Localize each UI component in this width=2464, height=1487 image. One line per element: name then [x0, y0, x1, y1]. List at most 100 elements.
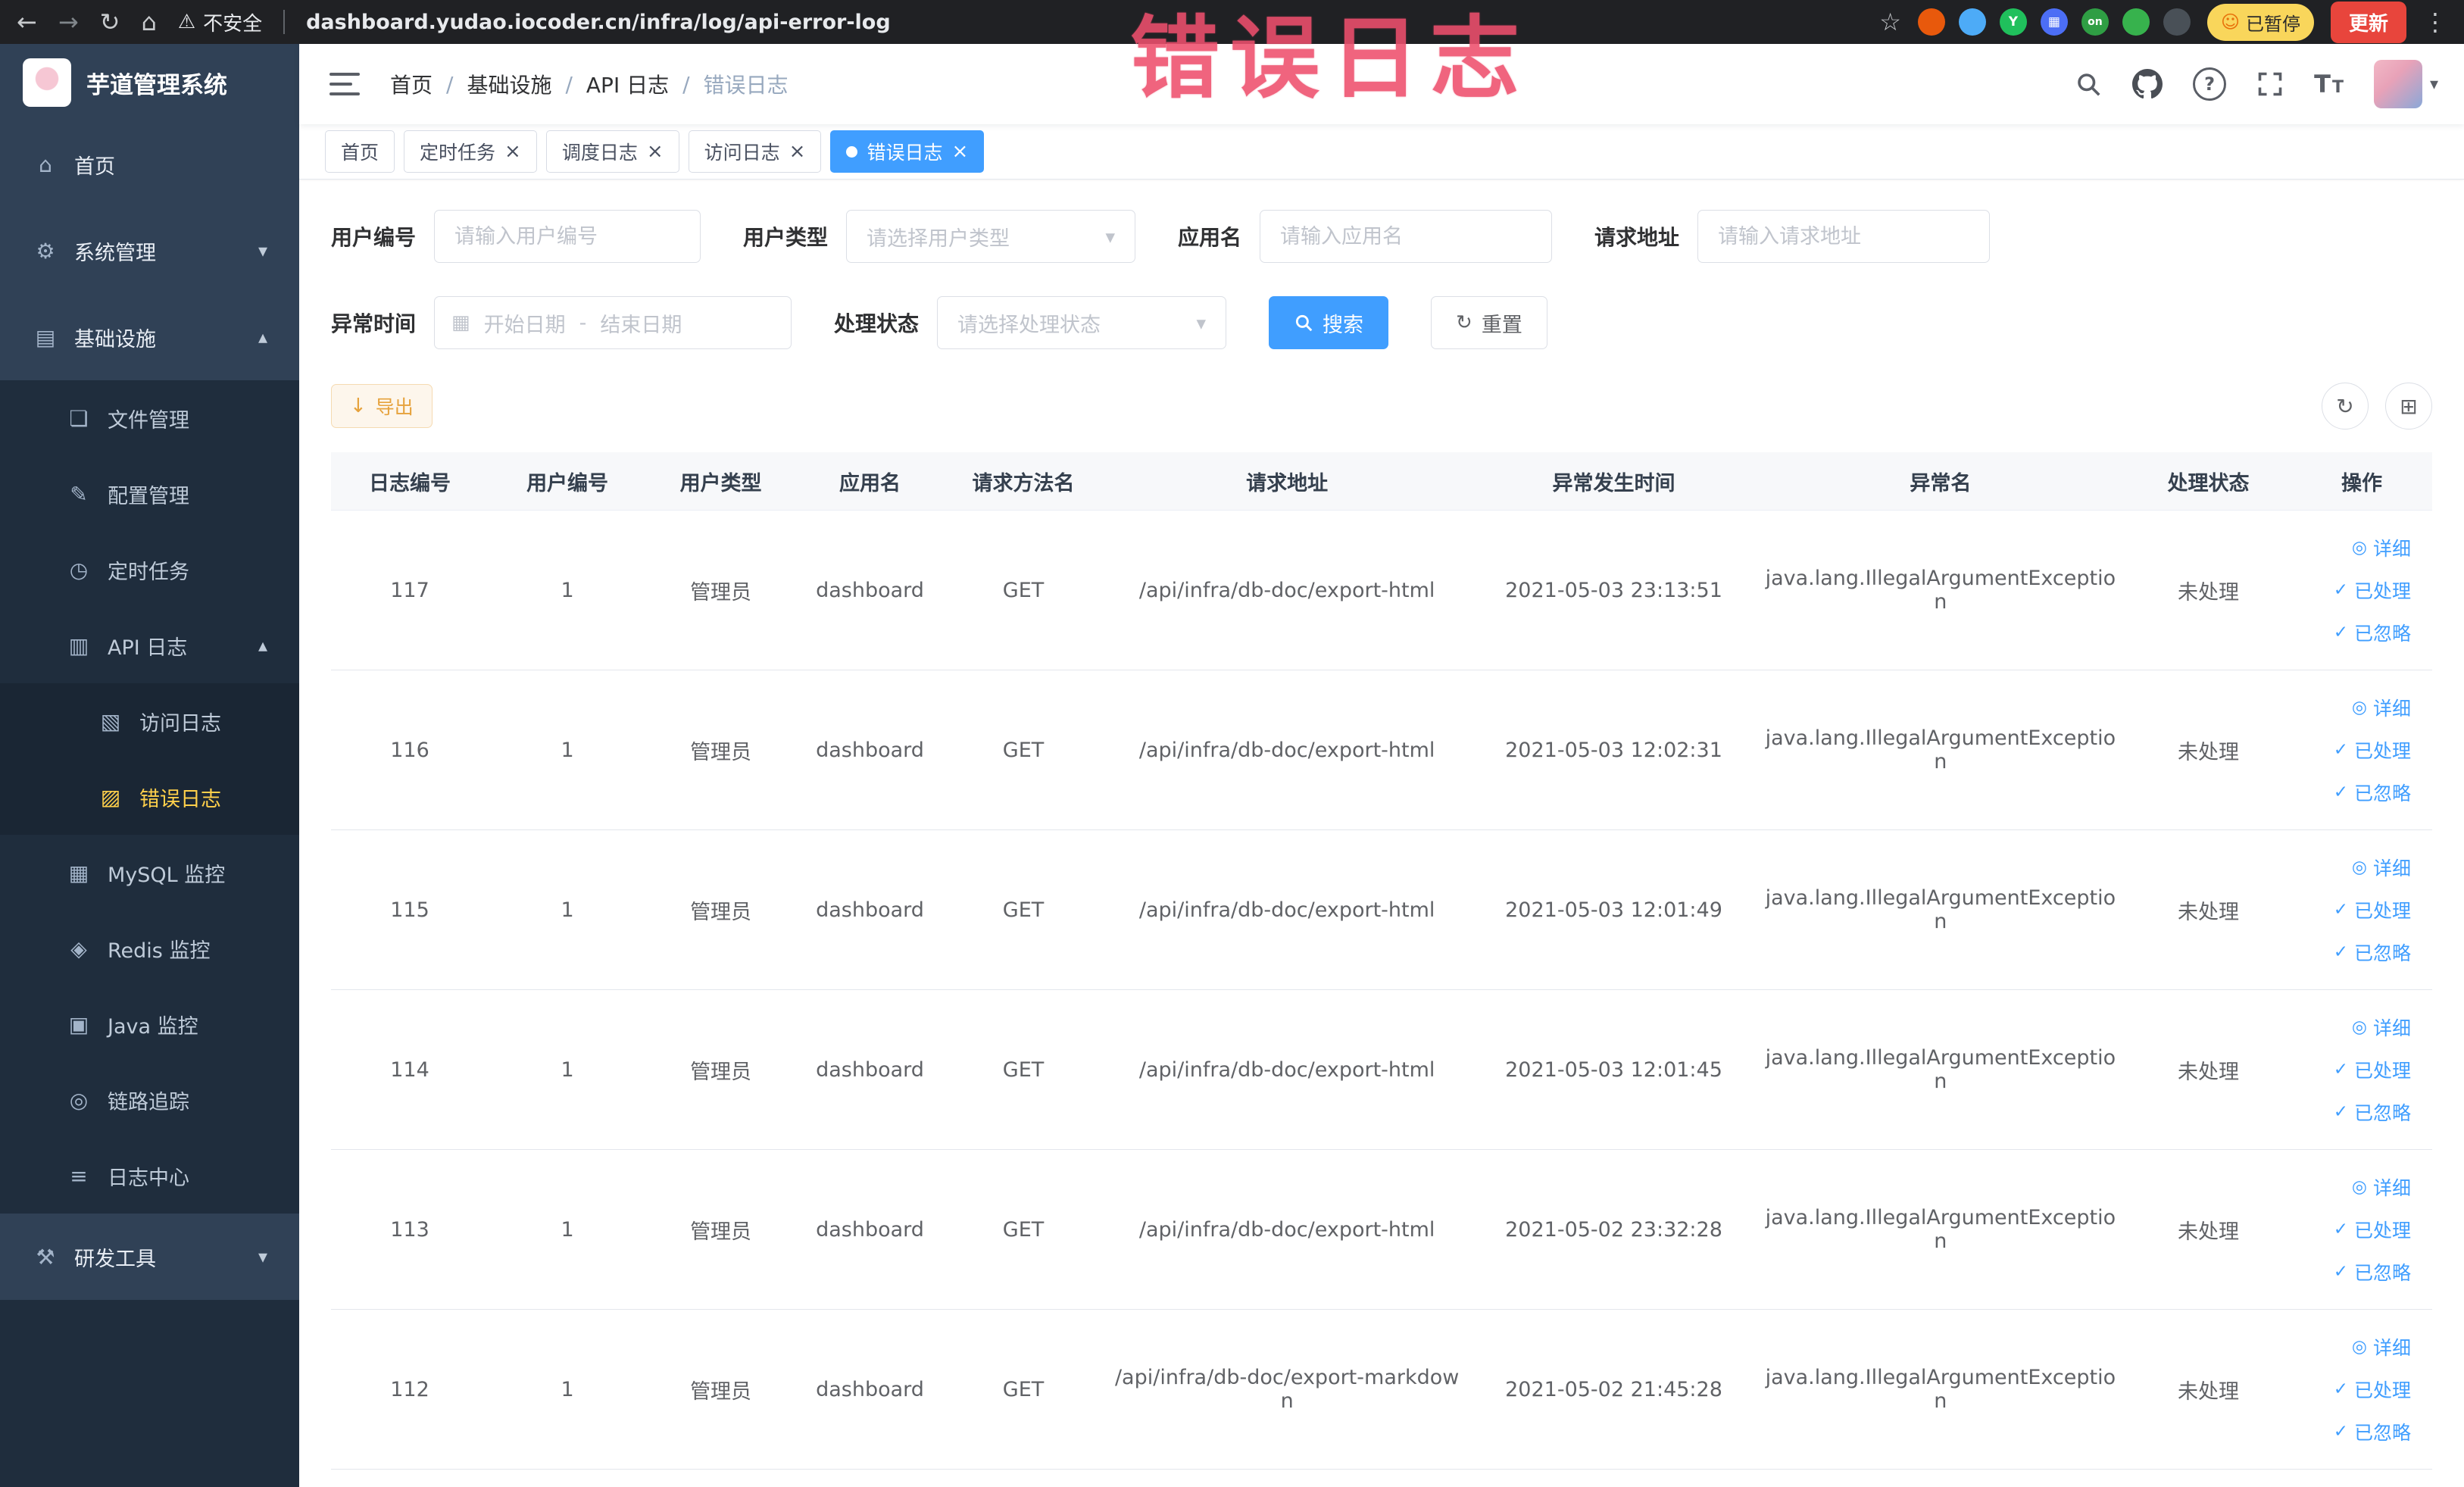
forward-icon[interactable]: →: [58, 10, 79, 34]
reset-button[interactable]: ↻ 重置: [1431, 296, 1547, 349]
app-name-input[interactable]: [1260, 210, 1553, 263]
sidebar-item-redis[interactable]: ◈ Redis 监控: [0, 911, 299, 986]
exception-time-range-picker[interactable]: ▦ 开始日期 - 结束日期: [434, 296, 792, 349]
close-icon[interactable]: ×: [647, 142, 664, 161]
url-text[interactable]: dashboard.yudao.iocoder.cn/infra/log/api…: [306, 11, 891, 34]
bookmark-star-icon[interactable]: ☆: [1879, 10, 1901, 34]
sidebar-item-infra[interactable]: ▤ 基础设施 ▴: [0, 294, 299, 380]
action-detail[interactable]: ◎ 详细: [2352, 694, 2411, 721]
cell-url: /api/infra/db-doc/export-html: [1102, 829, 1472, 990]
column-visibility-button[interactable]: ⊞: [2385, 383, 2432, 430]
cell-exception: java.lang.IllegalArgumentException: [1755, 670, 2125, 830]
reload-icon[interactable]: ↻: [100, 10, 120, 34]
security-indicator[interactable]: ⚠ 不安全: [178, 8, 262, 36]
sidebar-item-file[interactable]: ❏ 文件管理: [0, 380, 299, 456]
close-icon[interactable]: ×: [789, 142, 806, 161]
ignored-check-icon: ✓: [2333, 783, 2348, 802]
action-detail[interactable]: ◎ 详细: [2352, 534, 2411, 561]
export-button[interactable]: ↓ 导出: [331, 384, 433, 428]
sidebar-item-error-log[interactable]: ▨ 错误日志: [0, 759, 299, 835]
close-icon[interactable]: ×: [504, 142, 521, 161]
start-date-placeholder: 开始日期: [483, 313, 566, 337]
user-menu[interactable]: ▾: [2373, 60, 2438, 108]
sidebar-item-java[interactable]: ▣ Java 监控: [0, 986, 299, 1062]
sidebar-item-dev-tools[interactable]: ⚒ 研发工具 ▾: [0, 1214, 299, 1300]
cell-user_type: 管理员: [646, 1149, 796, 1310]
sidebar-item-trace[interactable]: ◎ 链路追踪: [0, 1062, 299, 1138]
chevron-down-icon: ▾: [1105, 225, 1116, 248]
paused-badge[interactable]: ☺ 已暂停: [2206, 3, 2314, 41]
action-ignored[interactable]: ✓ 已忽略: [2334, 1098, 2411, 1126]
action-detail[interactable]: ◎ 详细: [2352, 1333, 2411, 1360]
cell-app: dashboard: [795, 989, 945, 1150]
tab-job[interactable]: 定时任务 ×: [404, 130, 537, 173]
sidebar-item-config[interactable]: ✎ 配置管理: [0, 456, 299, 532]
cell-actions: ◎ 详细 ✓ 已处理 ✓ 已忽略: [2291, 510, 2432, 670]
action-detail[interactable]: ◎ 详细: [2352, 1014, 2411, 1041]
refresh-table-button[interactable]: ↻: [2322, 383, 2369, 430]
sidebar-item-access-log[interactable]: ▧ 访问日志: [0, 683, 299, 759]
extension-green-leaf-icon[interactable]: [2122, 8, 2150, 36]
cell-status: 未处理: [2125, 670, 2292, 830]
process-status-select[interactable]: 请选择处理状态 ▾: [937, 296, 1227, 349]
fullscreen-icon[interactable]: [2256, 70, 2284, 98]
tab-home[interactable]: 首页: [325, 130, 395, 173]
action-ignored[interactable]: ✓ 已忽略: [2334, 939, 2411, 966]
sidebar: 芋道管理系统 ⌂ 首页 ⚙ 系统管理 ▾ ▤ 基础设施 ▴ ❏ 文件管理 ✎ 配置管理 ◷ 定时任务 ▥ AP…: [0, 44, 299, 1487]
font-size-icon[interactable]: TT: [2314, 70, 2344, 98]
logo[interactable]: 芋道管理系统: [0, 44, 299, 121]
action-processed[interactable]: ✓ 已处理: [2334, 736, 2411, 764]
sidebar-toggle-icon[interactable]: [325, 68, 364, 100]
breadcrumb: 首页 / 基础设施 / API 日志 / 错误日志: [390, 69, 789, 99]
action-label: 详细: [2372, 1017, 2411, 1039]
tab-job-log[interactable]: 调度日志 ×: [545, 130, 679, 173]
tab-error-log[interactable]: 错误日志 ×: [830, 130, 985, 173]
action-processed[interactable]: ✓ 已处理: [2334, 1216, 2411, 1243]
user-id-input[interactable]: [434, 210, 701, 263]
breadcrumb-item[interactable]: 首页: [390, 69, 433, 99]
breadcrumb-item[interactable]: 基础设施: [467, 69, 551, 99]
cell-time: 2021-05-03 23:13:51: [1472, 510, 1756, 670]
close-icon[interactable]: ×: [951, 142, 968, 161]
extension-on-badge-icon[interactable]: on: [2081, 8, 2109, 36]
action-ignored[interactable]: ✓ 已忽略: [2334, 1418, 2411, 1445]
cell-user_type: 管理员: [646, 989, 796, 1150]
sidebar-item-home[interactable]: ⌂ 首页: [0, 121, 299, 208]
kebab-menu-icon[interactable]: ⋮: [2423, 10, 2447, 34]
sidebar-item-log-center[interactable]: ≡ 日志中心: [0, 1138, 299, 1214]
github-icon[interactable]: [2132, 69, 2163, 99]
action-ignored[interactable]: ✓ 已忽略: [2334, 619, 2411, 646]
action-processed[interactable]: ✓ 已处理: [2334, 1056, 2411, 1083]
sidebar-item-api-log[interactable]: ▥ API 日志 ▴: [0, 608, 299, 683]
request-url-input[interactable]: [1697, 210, 1991, 263]
back-icon[interactable]: ←: [17, 10, 37, 34]
user-type-select[interactable]: 请选择用户类型 ▾: [846, 210, 1136, 263]
search-icon[interactable]: [2075, 70, 2102, 98]
action-processed[interactable]: ✓ 已处理: [2334, 576, 2411, 604]
action-ignored[interactable]: ✓ 已忽略: [2334, 779, 2411, 806]
config-icon: ✎: [70, 481, 88, 507]
browser-toolbar: ← → ↻ ⌂ ⚠ 不安全 dashboard.yudao.iocoder.cn…: [0, 0, 2464, 44]
extension-blue-grid-icon[interactable]: ▦: [2040, 8, 2068, 36]
sidebar-item-job[interactable]: ◷ 定时任务: [0, 532, 299, 608]
update-button[interactable]: 更新: [2330, 1, 2406, 43]
tab-access-log[interactable]: 访问日志 ×: [688, 130, 822, 173]
sidebar-item-system[interactable]: ⚙ 系统管理 ▾: [0, 208, 299, 294]
breadcrumb-separator: /: [565, 71, 573, 97]
extension-red-circle-icon[interactable]: [1917, 8, 1945, 36]
omnibox-divider: [283, 10, 286, 34]
action-processed[interactable]: ✓ 已处理: [2334, 896, 2411, 923]
search-button[interactable]: 搜索: [1269, 296, 1389, 349]
sidebar-item-mysql[interactable]: ▦ MySQL 监控: [0, 835, 299, 911]
extension-blue-drop-icon[interactable]: [1958, 8, 1986, 36]
export-button-label: 导出: [375, 396, 414, 418]
action-detail[interactable]: ◎ 详细: [2352, 1173, 2411, 1201]
breadcrumb-item[interactable]: API 日志: [586, 69, 669, 99]
extension-paw-icon[interactable]: [2163, 8, 2191, 36]
help-icon[interactable]: ?: [2193, 67, 2227, 101]
action-ignored[interactable]: ✓ 已忽略: [2334, 1258, 2411, 1286]
extension-green-y-icon[interactable]: Y: [1999, 8, 2027, 36]
action-detail[interactable]: ◎ 详细: [2352, 854, 2411, 881]
action-processed[interactable]: ✓ 已处理: [2334, 1376, 2411, 1403]
browser-home-icon[interactable]: ⌂: [141, 10, 156, 34]
